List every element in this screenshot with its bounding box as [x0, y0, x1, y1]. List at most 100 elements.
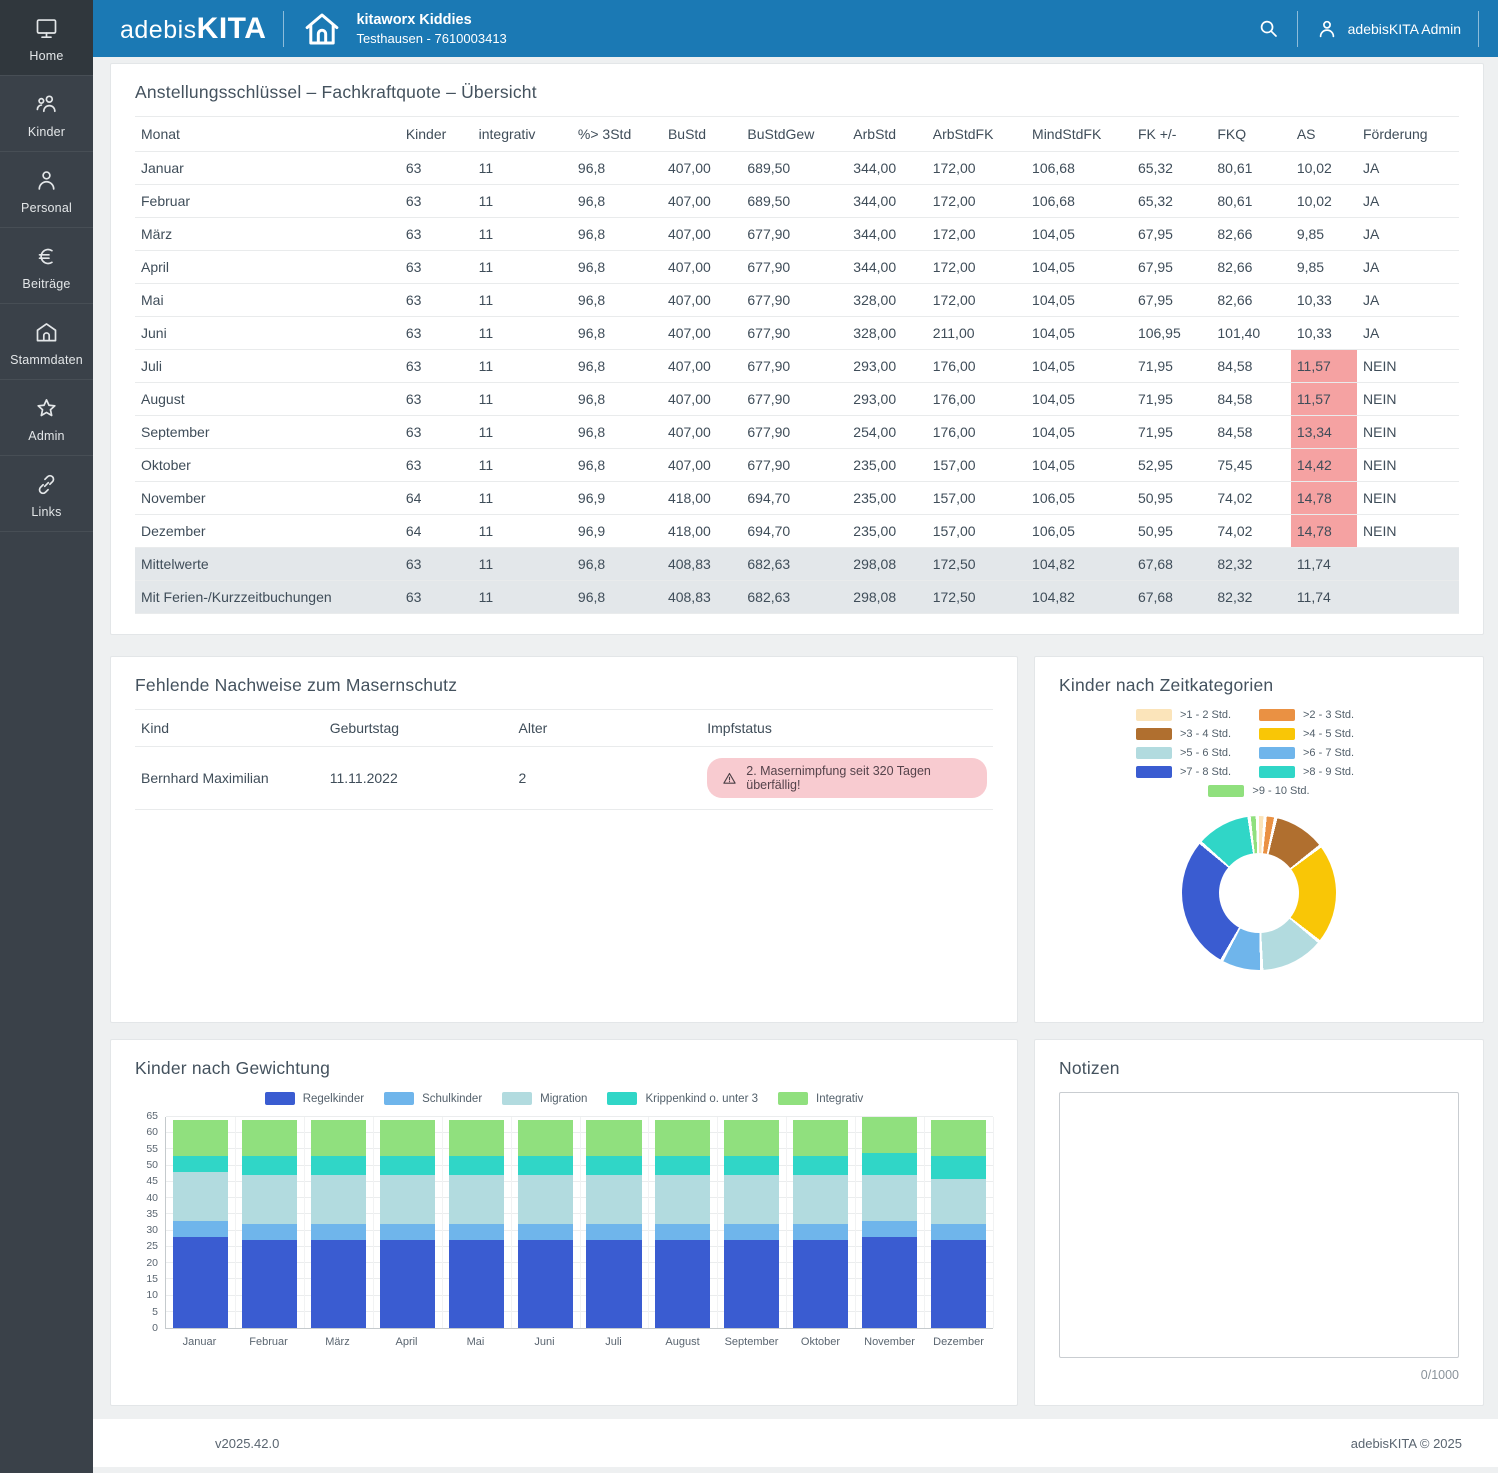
overview-cell: 82,32 — [1211, 548, 1290, 581]
sidebar-item-home[interactable]: Home — [0, 0, 93, 76]
bar-segment — [311, 1120, 366, 1156]
donut-legend-item[interactable]: >2 - 3 Std. — [1259, 709, 1382, 721]
overview-cell: 52,95 — [1132, 449, 1211, 482]
overview-row: Mit Ferien-/Kurzzeitbuchungen631196,8408… — [135, 581, 1459, 614]
overview-cell: 298,08 — [847, 548, 926, 581]
y-tick-label: 20 — [146, 1257, 158, 1269]
masern-header-row: KindGeburtstagAlterImpfstatus — [135, 710, 993, 747]
overview-row: Januar631196,8407,00689,50344,00172,0010… — [135, 152, 1459, 185]
overview-cell: April — [135, 251, 400, 284]
donut-legend-item[interactable]: >6 - 7 Std. — [1259, 747, 1382, 759]
bar-segment — [862, 1153, 917, 1176]
overview-cell: 11 — [473, 350, 572, 383]
overview-cell: JA — [1357, 251, 1459, 284]
header-divider — [1297, 11, 1298, 47]
person-icon — [33, 167, 60, 194]
search-icon[interactable] — [1257, 17, 1280, 40]
overview-cell: 254,00 — [847, 416, 926, 449]
sidebar-item-personal[interactable]: Personal — [0, 152, 93, 228]
overview-cell: 293,00 — [847, 383, 926, 416]
bar-september — [717, 1117, 786, 1328]
overview-cell: 418,00 — [662, 515, 741, 548]
legend-swatch — [1208, 785, 1244, 797]
overview-cell: 63 — [400, 152, 473, 185]
x-tick-label: August — [648, 1336, 717, 1348]
y-tick-label: 35 — [146, 1208, 158, 1220]
bar-segment — [931, 1120, 986, 1156]
overview-cell: 106,05 — [1026, 515, 1132, 548]
overview-row: März631196,8407,00677,90344,00172,00104,… — [135, 218, 1459, 251]
donut-legend-item[interactable]: >9 - 10 Std. — [1136, 785, 1382, 797]
bar-legend-item[interactable]: Migration — [502, 1092, 587, 1105]
masern-row: Bernhard Maximilian 11.11.2022 2 2. Mase… — [135, 747, 993, 810]
overview-cell: NEIN — [1357, 482, 1459, 515]
overview-cell: 64 — [400, 515, 473, 548]
overview-column-header: BuStdGew — [741, 117, 847, 152]
masern-column-header: Kind — [135, 710, 324, 747]
overview-cell: 682,63 — [741, 581, 847, 614]
user-menu[interactable]: adebisKITA Admin — [1315, 17, 1461, 41]
overview-cell: 11,57 — [1291, 383, 1357, 416]
sidebar-item-beiträge[interactable]: Beiträge — [0, 228, 93, 304]
overview-cell: Mai — [135, 284, 400, 317]
sidebar-item-links[interactable]: Links — [0, 456, 93, 532]
overview-cell: 11 — [473, 449, 572, 482]
bar-segment — [449, 1175, 504, 1224]
overview-cell: 344,00 — [847, 185, 926, 218]
overview-cell: 63 — [400, 416, 473, 449]
bar-segment — [793, 1240, 848, 1328]
overview-cell — [1357, 548, 1459, 581]
overview-cell: 11 — [473, 251, 572, 284]
overview-cell: 235,00 — [847, 449, 926, 482]
overview-column-header: FKQ — [1211, 117, 1290, 152]
overview-cell: 104,82 — [1026, 581, 1132, 614]
overview-cell: 67,95 — [1132, 284, 1211, 317]
overview-cell — [1357, 581, 1459, 614]
donut-legend-item[interactable]: >1 - 2 Std. — [1136, 709, 1259, 721]
bar-segment — [586, 1240, 641, 1328]
bar-chart-legend: Regelkinder Schulkinder Migration Krippe… — [135, 1092, 993, 1105]
overview-row: November641196,9418,00694,70235,00157,00… — [135, 482, 1459, 515]
overview-cell: 80,61 — [1211, 185, 1290, 218]
overview-cell: 50,95 — [1132, 482, 1211, 515]
app-logo[interactable]: adebisKITA — [120, 12, 266, 46]
donut-legend-item[interactable]: >4 - 5 Std. — [1259, 728, 1382, 740]
bar-legend-item[interactable]: Schulkinder — [384, 1092, 482, 1105]
sidebar-item-stammdaten[interactable]: Stammdaten — [0, 304, 93, 380]
notes-input[interactable] — [1059, 1092, 1459, 1358]
sidebar-item-kinder[interactable]: Kinder — [0, 76, 93, 152]
overview-row: August631196,8407,00677,90293,00176,0010… — [135, 383, 1459, 416]
overview-cell: 682,63 — [741, 548, 847, 581]
overview-cell: 11 — [473, 548, 572, 581]
overview-cell: 106,68 — [1026, 152, 1132, 185]
legend-label: Krippenkind o. unter 3 — [645, 1093, 758, 1105]
overview-cell: 172,00 — [927, 152, 1026, 185]
overview-row: Mittelwerte631196,8408,83682,63298,08172… — [135, 548, 1459, 581]
bar-legend-item[interactable]: Integrativ — [778, 1092, 863, 1105]
masern-alter: 2 — [513, 747, 702, 810]
donut-legend-item[interactable]: >7 - 8 Std. — [1136, 766, 1259, 778]
facility-selector[interactable]: kitaworx Kiddies Testhausen - 7610003413 — [301, 8, 506, 50]
overview-cell: 96,8 — [572, 548, 662, 581]
bar-segment — [793, 1120, 848, 1156]
bar-legend-item[interactable]: Regelkinder — [265, 1092, 364, 1105]
bar-segment — [862, 1117, 917, 1153]
bar-segment — [449, 1224, 504, 1240]
bar-segment — [931, 1156, 986, 1179]
overview-cell: 71,95 — [1132, 416, 1211, 449]
bar-legend-item[interactable]: Krippenkind o. unter 3 — [607, 1092, 758, 1105]
header-divider — [283, 11, 284, 47]
overview-cell: 677,90 — [741, 317, 847, 350]
overview-cell: JA — [1357, 185, 1459, 218]
donut-legend-item[interactable]: >8 - 9 Std. — [1259, 766, 1382, 778]
sidebar-item-label: Beiträge — [22, 277, 70, 291]
donut-legend-item[interactable]: >3 - 4 Std. — [1136, 728, 1259, 740]
overview-cell: 328,00 — [847, 284, 926, 317]
sidebar-item-admin[interactable]: Admin — [0, 380, 93, 456]
user-name: adebisKITA Admin — [1348, 21, 1461, 37]
overview-cell: 344,00 — [847, 251, 926, 284]
overview-cell: 677,90 — [741, 350, 847, 383]
overview-cell: 407,00 — [662, 152, 741, 185]
donut-legend-item[interactable]: >5 - 6 Std. — [1136, 747, 1259, 759]
weighting-card: Kinder nach Gewichtung Regelkinder Schul… — [110, 1039, 1018, 1406]
